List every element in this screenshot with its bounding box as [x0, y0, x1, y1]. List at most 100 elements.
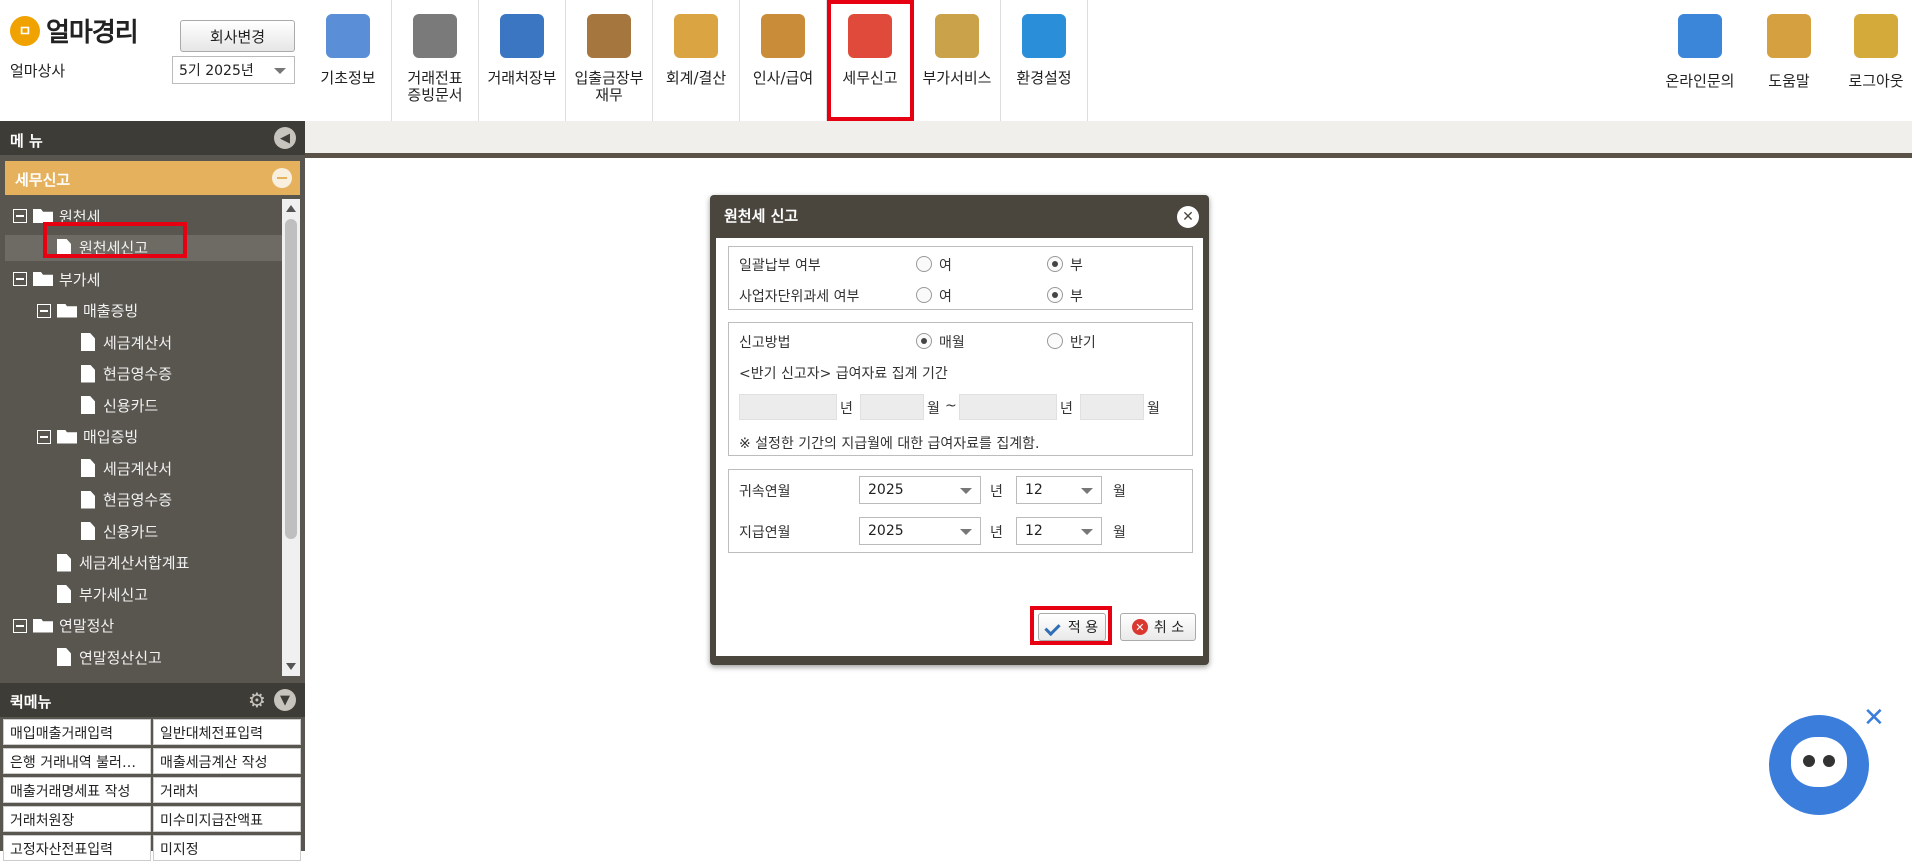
- from-month-input[interactable]: [860, 394, 924, 420]
- chatbot-button[interactable]: [1769, 715, 1869, 815]
- nav-label: 세무신고: [842, 69, 898, 87]
- nav-settings-gear[interactable]: 환경설정: [1001, 0, 1088, 121]
- collapse-minus-icon[interactable]: [37, 429, 51, 444]
- nav-bank-building[interactable]: 부가서비스: [914, 0, 1001, 121]
- chatbot-close-icon[interactable]: ✕: [1863, 703, 1885, 733]
- tree-folder[interactable]: 매입증빙: [37, 424, 282, 450]
- nav-logout-door[interactable]: 로그아웃: [1831, 0, 1912, 121]
- nav-label: 인사/급여: [752, 69, 814, 87]
- nav-help-book[interactable]: 도움말: [1744, 0, 1834, 121]
- nav-voucher-docs[interactable]: 거래전표 증빙문서: [392, 0, 479, 121]
- tree-label: 세금계산서합계표: [79, 554, 190, 572]
- collapse-minus-icon[interactable]: [37, 303, 51, 318]
- collapse-left-icon[interactable]: ◀: [274, 127, 296, 149]
- quick-menu-item[interactable]: 매입매출거래입력: [3, 719, 151, 745]
- document-icon: [81, 490, 95, 509]
- scroll-down-icon[interactable]: [286, 663, 296, 670]
- bank-building-icon: [935, 14, 979, 58]
- app-logo[interactable]: ㅁ 얼마경리: [10, 12, 139, 49]
- nav-basic-info[interactable]: 기초정보: [305, 0, 392, 121]
- quick-menu-item[interactable]: 고정자산전표입력: [3, 835, 151, 861]
- menu-tree: 원천세 원천세신고 부가세 매출증빙 세금계산서 현금영수증 신용카드 매입증빙 세금계산서 현금…: [5, 199, 282, 676]
- tree-label: 연말정산신고: [79, 648, 162, 667]
- bulk-yes-radio[interactable]: [916, 256, 932, 272]
- tree-item[interactable]: 세금계산서: [61, 455, 282, 481]
- collapse-minus-icon[interactable]: [272, 168, 292, 188]
- nav-label: 부가서비스: [922, 69, 992, 87]
- nav-money-bag[interactable]: 입출금장부 재무: [566, 0, 653, 121]
- cancel-label: 취 소: [1153, 620, 1185, 636]
- company-name: 얼마상사: [10, 62, 66, 80]
- bulk-payment-label: 일괄납부 여부: [739, 258, 821, 274]
- chevron-down-icon: [1081, 529, 1093, 535]
- scroll-thumb[interactable]: [285, 219, 297, 539]
- half-year-radio[interactable]: [1047, 333, 1063, 349]
- section-header[interactable]: 세무신고: [5, 161, 300, 195]
- chevron-down-icon[interactable]: ▼: [274, 689, 296, 711]
- from-year-input[interactable]: [739, 394, 837, 420]
- payment-year-select[interactable]: 2025: [859, 517, 981, 545]
- tree-item[interactable]: 연말정산신고: [37, 644, 282, 670]
- bulk-no-radio[interactable]: [1047, 256, 1063, 272]
- cancel-x-icon: ✕: [1131, 619, 1148, 635]
- tree-item[interactable]: 세금계산서합계표: [37, 550, 282, 576]
- to-month-input[interactable]: [1080, 394, 1144, 420]
- from-year-unit: 년: [840, 401, 853, 417]
- monthly-radio[interactable]: [916, 333, 932, 349]
- tree-folder[interactable]: 종...: [13, 676, 282, 677]
- payment-year-value: 2025: [868, 523, 904, 539]
- quick-menu-item[interactable]: 거래처: [153, 777, 301, 803]
- attribution-year-select[interactable]: 2025: [859, 476, 981, 504]
- tree-folder[interactable]: 연말정산: [13, 613, 282, 639]
- period-select[interactable]: 5기 2025년: [172, 56, 295, 84]
- to-year-input[interactable]: [959, 394, 1057, 420]
- tree-item[interactable]: 신용카드: [61, 518, 282, 544]
- nav-ledger-book[interactable]: 거래처장부: [479, 0, 566, 121]
- gear-icon[interactable]: ⚙: [246, 688, 268, 712]
- bulk-no-label: 부: [1070, 258, 1083, 274]
- quick-menu-item[interactable]: 은행 거래내역 불러오기: [3, 748, 151, 774]
- quick-menu-item[interactable]: 미지정: [153, 835, 301, 861]
- tree-label: 부가세신고: [79, 585, 149, 604]
- nav-tax-report[interactable]: 세무신고: [827, 0, 914, 121]
- scroll-up-icon[interactable]: [286, 205, 296, 212]
- quick-menu-item[interactable]: 매출세금계산 작성: [153, 748, 301, 774]
- close-icon[interactable]: ✕: [1177, 206, 1199, 228]
- payment-year-unit: 년: [990, 525, 1003, 541]
- tree-item[interactable]: 현금영수증: [61, 487, 282, 513]
- collapse-minus-icon[interactable]: [13, 272, 27, 286]
- quick-menu-item[interactable]: 미수미지급잔액표: [153, 806, 301, 832]
- range-tilde: ~: [945, 398, 957, 414]
- quick-menu-item[interactable]: 매출거래명세표 작성: [3, 777, 151, 803]
- collapse-minus-icon[interactable]: [13, 209, 27, 223]
- tree-item[interactable]: 세금계산서: [61, 329, 282, 355]
- tree-scrollbar[interactable]: [282, 199, 300, 676]
- quick-menu-item[interactable]: 거래처원장: [3, 806, 151, 832]
- nav-label: 거래전표 증빙문서: [407, 69, 463, 104]
- nav-label: 로그아웃: [1848, 72, 1904, 90]
- settings-gear-icon: [1022, 14, 1066, 58]
- payment-month-select[interactable]: 12: [1016, 517, 1102, 545]
- attribution-month-select[interactable]: 12: [1016, 476, 1102, 504]
- nav-personnel[interactable]: 인사/급여: [740, 0, 827, 121]
- bizunit-no-radio[interactable]: [1047, 287, 1063, 303]
- quick-menu-item[interactable]: 일반대체전표입력: [153, 719, 301, 745]
- tree-label: 현금영수증: [103, 491, 173, 509]
- collapse-minus-icon[interactable]: [13, 618, 27, 633]
- from-month-unit: 월: [927, 401, 940, 417]
- top-header: ㅁ 얼마경리 얼마상사 회사변경 5기 2025년 기초정보 거래전표 증빙문서 거…: [0, 0, 1912, 121]
- cancel-button[interactable]: ✕ 취 소: [1120, 613, 1196, 641]
- change-company-button[interactable]: 회사변경: [180, 20, 295, 52]
- tree-item[interactable]: 부가세신고: [37, 581, 282, 607]
- nav-online-support[interactable]: 온라인문의: [1655, 0, 1745, 121]
- nav-label: 환경설정: [1016, 69, 1072, 87]
- attribution-year-value: 2025: [868, 482, 904, 498]
- tree-folder[interactable]: 매출증빙: [37, 298, 282, 324]
- payment-label: 지급연월: [739, 525, 791, 541]
- tree-folder[interactable]: 부가세: [13, 266, 282, 292]
- tree-item[interactable]: 신용카드: [61, 392, 282, 418]
- report-method-box: 신고방법 매월 반기 <반기 신고자> 급여자료 집계 기간 년 월 ~ 년 월…: [728, 322, 1193, 456]
- tree-item[interactable]: 현금영수증: [61, 361, 282, 387]
- nav-calculator[interactable]: 회계/결산: [653, 0, 740, 121]
- bizunit-yes-radio[interactable]: [916, 287, 932, 303]
